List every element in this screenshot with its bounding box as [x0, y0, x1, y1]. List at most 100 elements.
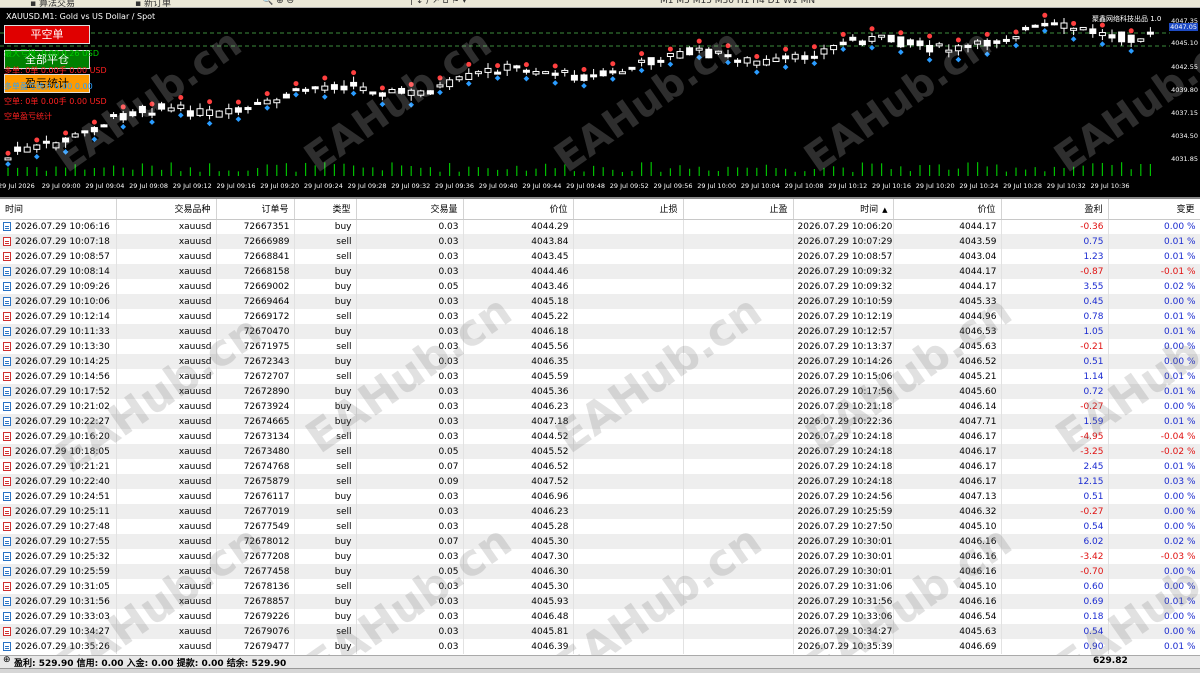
cell-take-profit — [683, 414, 794, 429]
column-header-symbol[interactable]: 交易品种 — [116, 199, 217, 220]
deal-icon — [3, 641, 11, 651]
candle-body — [830, 45, 838, 51]
cell-symbol: xauusd — [116, 579, 217, 594]
table-row[interactable]: 2026.07.29 10:10:06 xauusd 72669464 buy 0.03… — [0, 294, 1200, 309]
cell-type: buy — [294, 564, 357, 579]
candle-body — [23, 146, 31, 153]
cell-stop-loss — [573, 519, 684, 534]
toolbar-item[interactable]: ▪ 算法交易 — [30, 0, 75, 7]
table-row[interactable]: 2026.07.29 10:27:48 xauusd 72677549 sell 0.0… — [0, 519, 1200, 534]
candle-body — [1079, 26, 1087, 31]
column-header-change[interactable]: 变更 — [1108, 199, 1200, 220]
cell-profit: 6.02 — [1001, 534, 1109, 549]
candle-body — [993, 40, 1001, 44]
column-header-take-profit[interactable]: 止盈 — [683, 199, 794, 220]
table-row[interactable]: 2026.07.29 10:13:30 xauusd 72671975 sell 0.0… — [0, 339, 1200, 354]
table-row[interactable]: 2026.07.29 10:07:18 xauusd 72666989 sell 0.0… — [0, 234, 1200, 249]
candle-body — [618, 71, 626, 75]
column-header-ticket[interactable]: 订单号 — [216, 199, 295, 220]
expand-icon[interactable]: ⊕ — [3, 655, 11, 665]
table-row[interactable]: 2026.07.29 10:12:14 xauusd 72669172 sell 0.0… — [0, 309, 1200, 324]
cell-close-time: 2026.07.29 10:08:57 — [793, 249, 894, 264]
order-marker — [639, 51, 645, 57]
table-row[interactable]: 2026.07.29 10:16:20 xauusd 72673134 sell 0.0… — [0, 429, 1200, 444]
table-row[interactable]: 2026.07.29 10:25:11 xauusd 72677019 sell 0.0… — [0, 504, 1200, 519]
cell-ticket: 72679477 — [216, 639, 295, 654]
table-row[interactable]: 2026.07.29 10:27:55 xauusd 72678012 buy 0.07… — [0, 534, 1200, 549]
toolbar-item[interactable]: | ↕ ∕ ↗ ⌂ ⚑ ▾ — [410, 0, 467, 6]
column-header-open-time[interactable]: 时间 — [0, 199, 117, 220]
info-line: 多单: 0单 0.00手 0.00 USD — [4, 66, 107, 75]
order-marker — [293, 81, 299, 87]
cell-open-time: 2026.07.29 10:27:55 — [0, 534, 117, 549]
cell-stop-loss — [573, 414, 684, 429]
cell-change: 0.01 % — [1108, 639, 1200, 654]
toolbar-item[interactable]: ▪ 新订单 — [135, 0, 171, 7]
table-row[interactable]: 2026.07.29 10:34:27 xauusd 72679076 sell 0.0… — [0, 624, 1200, 639]
table-row[interactable]: 2026.07.29 10:24:51 xauusd 72676117 buy 0.03… — [0, 489, 1200, 504]
candle-body — [906, 39, 914, 46]
order-marker — [1128, 28, 1134, 34]
time-label: 29 Jul 09:36 — [435, 182, 474, 190]
table-row[interactable]: 2026.07.29 10:31:05 xauusd 72678136 sell 0.0… — [0, 579, 1200, 594]
table-row[interactable]: 2026.07.29 10:06:16 xauusd 72667351 buy 0.03… — [0, 219, 1200, 234]
history-table: 时间 交易品种 订单号 类型 交易量 价位 止损 止盈 时间 ▲ 价位 盈利 变更… — [0, 197, 1200, 655]
cell-open-price: 4046.30 — [463, 564, 574, 579]
candle-body — [282, 93, 290, 99]
cell-type: sell — [294, 444, 357, 459]
toolbar-item[interactable]: 🔍 ⊕ ⊖ — [262, 0, 294, 6]
cell-change: 0.01 % — [1108, 459, 1200, 474]
cell-close-time: 2026.07.29 10:14:26 — [793, 354, 894, 369]
cell-change: 0.00 % — [1108, 504, 1200, 519]
cell-close-time: 2026.07.29 10:10:59 — [793, 294, 894, 309]
close-short-button[interactable]: 平空单 — [4, 25, 90, 44]
column-header-close-time[interactable]: 时间 ▲ — [793, 199, 894, 220]
column-header-close-price[interactable]: 价位 — [893, 199, 1002, 220]
table-row[interactable]: 2026.07.29 10:22:27 xauusd 72674665 buy 0.03… — [0, 414, 1200, 429]
cell-ticket: 72669172 — [216, 309, 295, 324]
table-row[interactable]: 2026.07.29 10:08:57 xauusd 72668841 sell 0.0… — [0, 249, 1200, 264]
cell-open-price: 4045.22 — [463, 309, 574, 324]
column-header-type[interactable]: 类型 — [294, 199, 357, 220]
cell-ticket: 72677208 — [216, 549, 295, 564]
table-row[interactable]: 2026.07.29 10:11:33 xauusd 72670470 buy 0.03… — [0, 324, 1200, 339]
table-row[interactable]: 2026.07.29 10:22:40 xauusd 72675879 sell 0.0… — [0, 474, 1200, 489]
table-row[interactable]: 2026.07.29 10:21:02 xauusd 72673924 buy 0.03… — [0, 399, 1200, 414]
cell-take-profit — [683, 324, 794, 339]
cell-take-profit — [683, 294, 794, 309]
table-row[interactable]: 2026.07.29 10:35:26 xauusd 72679477 buy 0.03… — [0, 639, 1200, 654]
cell-stop-loss — [573, 219, 684, 234]
order-marker — [753, 69, 760, 75]
terminal-tabs[interactable] — [0, 668, 1200, 673]
cell-ticket: 72678857 — [216, 594, 295, 609]
cell-stop-loss — [573, 459, 684, 474]
cell-open-price: 4045.56 — [463, 339, 574, 354]
column-header-profit[interactable]: 盈利 — [1001, 199, 1109, 220]
price-chart[interactable]: EAHub.cn EAHub.cn EAHub.cn EAHub.cn EAHu… — [0, 8, 1200, 197]
timeframe-buttons[interactable]: M1 M5 M15 M30 H1 H4 D1 W1 MN — [660, 0, 815, 6]
table-row[interactable]: 2026.07.29 10:21:21 xauusd 72674768 sell 0.0… — [0, 459, 1200, 474]
candle-body — [244, 107, 252, 111]
cell-volume: 0.03 — [356, 429, 464, 444]
column-header-open-price[interactable]: 价位 — [463, 199, 574, 220]
table-row[interactable]: 2026.07.29 10:25:59 xauusd 72677458 buy 0.05… — [0, 564, 1200, 579]
column-header-volume[interactable]: 交易量 — [356, 199, 464, 220]
open-time-text: 2026.07.29 10:34:27 — [15, 626, 110, 637]
table-row[interactable]: 2026.07.29 10:31:56 xauusd 72678857 buy 0.03… — [0, 594, 1200, 609]
time-label: 29 Jul 10:36 — [1090, 182, 1130, 190]
table-row[interactable]: 2026.07.29 10:33:03 xauusd 72679226 buy 0.03… — [0, 609, 1200, 624]
candle-body — [1108, 34, 1116, 39]
cell-close-price: 4046.53 — [893, 324, 1002, 339]
table-row[interactable]: 2026.07.29 10:18:05 xauusd 72673480 sell 0.0… — [0, 444, 1200, 459]
table-row[interactable]: 2026.07.29 10:14:56 xauusd 72672707 sell 0.0… — [0, 369, 1200, 384]
cell-stop-loss — [573, 624, 684, 639]
table-header-row: 时间 交易品种 订单号 类型 交易量 价位 止损 止盈 时间 ▲ 价位 盈利 变更 — [0, 199, 1200, 220]
table-row[interactable]: 2026.07.29 10:08:14 xauusd 72668158 buy 0.03… — [0, 264, 1200, 279]
cell-stop-loss — [573, 594, 684, 609]
cell-stop-loss — [573, 429, 684, 444]
table-row[interactable]: 2026.07.29 10:17:52 xauusd 72672890 buy 0.03… — [0, 384, 1200, 399]
table-row[interactable]: 2026.07.29 10:14:25 xauusd 72672343 buy 0.03… — [0, 354, 1200, 369]
table-row[interactable]: 2026.07.29 10:09:26 xauusd 72669002 buy 0.05… — [0, 279, 1200, 294]
table-row[interactable]: 2026.07.29 10:25:32 xauusd 72677208 buy 0.03… — [0, 549, 1200, 564]
column-header-stop-loss[interactable]: 止损 — [573, 199, 684, 220]
